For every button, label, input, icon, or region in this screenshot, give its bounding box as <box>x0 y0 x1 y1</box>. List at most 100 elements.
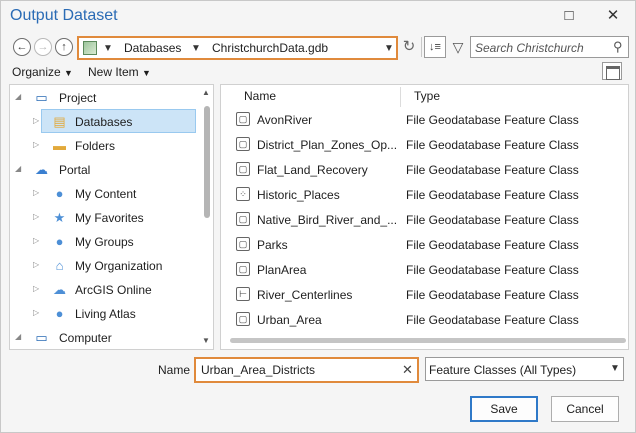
tree-item-living-atlas[interactable]: ▷ ● Living Atlas <box>10 302 200 326</box>
file-name: PlanArea <box>257 263 307 277</box>
tree-label-my-groups: My Groups <box>75 235 134 249</box>
view-details-button[interactable] <box>602 62 622 80</box>
file-row[interactable]: ▢ District_Plan_Zones_Op... File Geodata… <box>221 133 628 157</box>
expand-caret-icon[interactable]: ▷ <box>33 140 39 149</box>
file-row[interactable]: ▢ Flat_Land_Recovery File Geodatabase Fe… <box>221 158 628 182</box>
expand-caret-icon[interactable]: ▷ <box>33 308 39 317</box>
filter-icon[interactable]: ▽ <box>448 36 468 58</box>
name-field[interactable]: Urban_Area_Districts ✕ <box>194 357 419 383</box>
navigation-toolbar: ← → ↑ ▼ Databases ▼ ChristchurchData.gdb… <box>1 35 635 61</box>
close-button[interactable]: ✕ <box>602 5 624 27</box>
scroll-up-icon[interactable]: ▲ <box>202 88 210 97</box>
tree-item-computer[interactable]: ◢ ▭ Computer <box>10 326 200 349</box>
chevron-down-icon[interactable]: ▼ <box>191 43 201 54</box>
column-header-name[interactable]: Name <box>244 89 276 103</box>
tree-item-project[interactable]: ◢ ▭ Project <box>10 86 200 110</box>
file-type: File Geodatabase Feature Class <box>406 313 579 327</box>
tree-scrollbar[interactable]: ▲ ▼ <box>201 86 213 348</box>
title-bar: Output Dataset □ ✕ <box>1 1 635 33</box>
file-row[interactable]: ▢ Native_Bird_River_and_... File Geodata… <box>221 208 628 232</box>
file-row[interactable]: ▢ Parks File Geodatabase Feature Class <box>221 233 628 257</box>
file-type: File Geodatabase Feature Class <box>406 263 579 277</box>
back-button[interactable]: ← <box>13 38 31 56</box>
path-dropdown-icon[interactable]: ▼ <box>384 43 394 54</box>
expand-caret-icon[interactable]: ▷ <box>33 236 39 245</box>
scroll-down-icon[interactable]: ▼ <box>202 336 210 345</box>
search-placeholder: Search Christchurch <box>475 41 584 55</box>
search-icon[interactable]: ⚲ <box>613 39 623 55</box>
file-row[interactable]: ⁘ Historic_Places File Geodatabase Featu… <box>221 183 628 207</box>
expand-caret-icon[interactable]: ▷ <box>33 260 39 269</box>
file-name: AvonRiver <box>257 113 313 127</box>
dialog-title: Output Dataset <box>10 7 118 24</box>
living-atlas-icon: ● <box>55 306 64 321</box>
forward-button[interactable]: → <box>34 38 52 56</box>
sort-button[interactable]: ↓≡ <box>424 36 446 58</box>
expand-caret-icon[interactable]: ▷ <box>33 188 39 197</box>
file-row[interactable]: ▢ Urban_Area File Geodatabase Feature Cl… <box>221 308 628 332</box>
tree-row-databases[interactable]: ▷ ▤ Databases <box>10 110 200 134</box>
tree-item-my-favorites[interactable]: ▷ ★ My Favorites <box>10 206 200 230</box>
refresh-icon[interactable]: ↻ <box>400 38 418 56</box>
tree-label-living-atlas: Living Atlas <box>75 307 136 321</box>
tree-item-my-organization[interactable]: ▷ ⌂ My Organization <box>10 254 200 278</box>
polygon-feature-icon: ▢ <box>236 237 250 251</box>
organize-menu[interactable]: Organize ▼ <box>12 65 73 79</box>
chevron-down-icon: ▼ <box>610 363 620 374</box>
cloud-icon: ☁ <box>35 162 48 177</box>
new-item-label: New Item <box>88 65 139 79</box>
tree-label-databases: Databases <box>75 115 133 129</box>
breadcrumb-databases[interactable]: Databases <box>124 41 181 55</box>
type-filter-value: Feature Classes (All Types) <box>429 363 577 377</box>
database-folder-icon: ▤ <box>53 114 66 129</box>
file-name: Urban_Area <box>257 313 322 327</box>
save-button[interactable]: Save <box>470 396 538 422</box>
file-type: File Geodatabase Feature Class <box>406 163 579 177</box>
my-content-icon: ● <box>55 186 64 201</box>
up-button[interactable]: ↑ <box>55 38 73 56</box>
file-row[interactable]: ⊢ River_Centerlines File Geodatabase Fea… <box>221 283 628 307</box>
file-row[interactable]: ▢ AvonRiver File Geodatabase Feature Cla… <box>221 108 628 132</box>
chevron-down-icon: ▼ <box>142 68 151 78</box>
scroll-thumb[interactable] <box>230 338 626 343</box>
file-type: File Geodatabase Feature Class <box>406 213 579 227</box>
chevron-down-icon[interactable]: ▼ <box>103 43 113 54</box>
polygon-feature-icon: ▢ <box>236 212 250 226</box>
expand-caret-icon[interactable]: ▷ <box>33 284 39 293</box>
column-divider[interactable] <box>400 87 401 107</box>
tree-item-arcgis-online[interactable]: ▷ ☁ ArcGIS Online <box>10 278 200 302</box>
file-name: Parks <box>257 238 288 252</box>
column-header-type[interactable]: Type <box>414 89 440 103</box>
polygon-feature-icon: ▢ <box>236 112 250 126</box>
type-filter-select[interactable]: Feature Classes (All Types) ▼ <box>425 357 624 381</box>
collapse-caret-icon[interactable]: ◢ <box>15 164 21 173</box>
polygon-feature-icon: ▢ <box>236 312 250 326</box>
cancel-button[interactable]: Cancel <box>551 396 619 422</box>
horizontal-scrollbar[interactable] <box>230 336 626 344</box>
tree-item-folders[interactable]: ▷ ▬ Folders <box>10 134 200 158</box>
search-input[interactable]: Search Christchurch ⚲ <box>470 36 629 58</box>
scroll-thumb[interactable] <box>204 106 210 218</box>
collapse-caret-icon[interactable]: ◢ <box>15 332 21 341</box>
tree-item-portal[interactable]: ◢ ☁ Portal <box>10 158 200 182</box>
chevron-down-icon: ▼ <box>64 68 73 78</box>
tree-label-my-content: My Content <box>75 187 137 201</box>
navigation-tree: ◢ ▭ Project ▷ ▤ Databases ▷ ▬ Folders ◢ … <box>9 84 214 350</box>
maximize-button[interactable]: □ <box>558 5 580 27</box>
path-breadcrumb[interactable]: ▼ Databases ▼ ChristchurchData.gdb ▼ <box>77 36 398 60</box>
file-row[interactable]: ▢ PlanArea File Geodatabase Feature Clas… <box>221 258 628 282</box>
tree-label-project: Project <box>59 91 97 105</box>
expand-caret-icon[interactable]: ▷ <box>33 116 39 125</box>
menu-bar: Organize ▼ New Item ▼ <box>1 62 635 82</box>
collapse-caret-icon[interactable]: ◢ <box>15 92 21 101</box>
toolbar-divider <box>421 37 422 57</box>
breadcrumb-christchurchdata-gdb[interactable]: ChristchurchData.gdb <box>212 41 328 55</box>
file-name: Historic_Places <box>257 188 340 202</box>
tree-item-my-groups[interactable]: ▷ ● My Groups <box>10 230 200 254</box>
new-item-menu[interactable]: New Item ▼ <box>88 65 151 79</box>
expand-caret-icon[interactable]: ▷ <box>33 212 39 221</box>
clear-icon[interactable]: ✕ <box>402 362 413 378</box>
tree-item-my-content[interactable]: ▷ ● My Content <box>10 182 200 206</box>
file-type: File Geodatabase Feature Class <box>406 288 579 302</box>
tree-label-my-favorites: My Favorites <box>75 211 144 225</box>
